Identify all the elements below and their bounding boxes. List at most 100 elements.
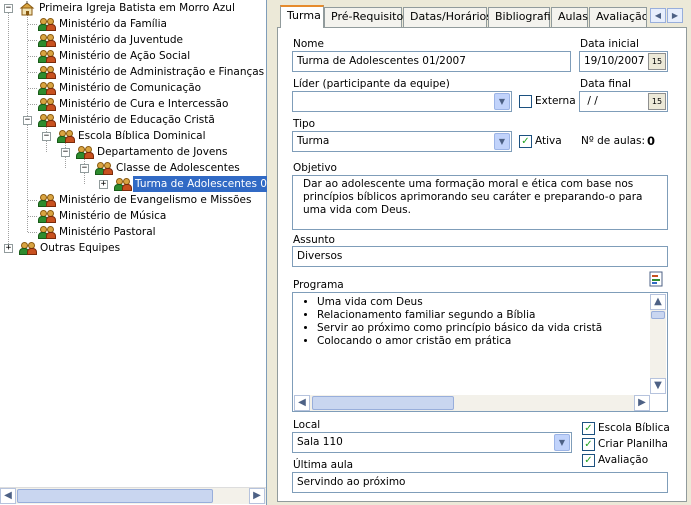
group-icon xyxy=(38,97,56,111)
local-label: Local xyxy=(293,419,321,431)
ativa-label: Ativa xyxy=(535,135,562,147)
tree-item[interactable]: Ministério de Cura e Intercessão xyxy=(59,96,228,112)
collapse-icon[interactable]: − xyxy=(80,164,89,173)
scroll-up-icon[interactable]: ▲ xyxy=(650,294,666,310)
scroll-left-icon[interactable]: ◀ xyxy=(294,395,310,411)
tree-line xyxy=(28,24,37,25)
tab-avaliacao[interactable]: Avaliação xyxy=(589,7,647,27)
chevron-down-icon[interactable]: ▼ xyxy=(494,93,510,110)
scroll-thumb[interactable] xyxy=(312,396,454,410)
data-inicial-label: Data inicial xyxy=(580,38,639,50)
group-icon xyxy=(38,193,56,207)
group-icon xyxy=(76,145,94,159)
scroll-right-icon[interactable]: ▶ xyxy=(249,488,265,504)
tree-item[interactable]: Ministério de Evangelismo e Missões xyxy=(59,192,251,208)
collapse-icon[interactable]: − xyxy=(4,4,13,13)
programa-item: Colocando o amor cristão em prática xyxy=(317,335,647,348)
group-icon xyxy=(38,17,56,31)
tab-pre-requisitos[interactable]: Pré-Requisitos xyxy=(324,7,409,27)
tree-view[interactable]: − Primeira Igreja Batista em Morro Azul … xyxy=(0,0,267,487)
tree-item[interactable]: Ministério de Música xyxy=(59,208,166,224)
church-icon xyxy=(19,1,35,16)
objetivo-textarea[interactable]: Dar ao adolescente uma formação moral e … xyxy=(292,175,668,230)
scroll-thumb[interactable] xyxy=(651,311,665,319)
tree-panel: − Primeira Igreja Batista em Morro Azul … xyxy=(0,0,267,505)
chevron-down-icon[interactable]: ▼ xyxy=(494,133,510,150)
tree-horizontal-scrollbar[interactable]: ◀ ▶ xyxy=(0,487,266,504)
tree-item[interactable]: Ministério de Comunicação xyxy=(59,80,201,96)
programa-vertical-scrollbar[interactable]: ▲ ▼ xyxy=(650,294,666,394)
num-aulas-label: Nº de aulas: xyxy=(581,135,646,147)
programa-item: Uma vida com Deus xyxy=(317,296,647,309)
tab-scroll-left-icon[interactable]: ◀ xyxy=(650,8,666,23)
nome-input[interactable]: Turma de Adolescentes 01/2007 xyxy=(292,51,571,72)
calendar-icon[interactable]: 15 xyxy=(648,93,666,110)
criar-planilha-checkbox[interactable]: ✓ xyxy=(582,438,595,451)
group-icon xyxy=(38,65,56,79)
tree-item[interactable]: Ministério da Família xyxy=(59,16,167,32)
tab-bibliografia[interactable]: Bibliografia xyxy=(488,7,557,27)
collapse-icon[interactable]: − xyxy=(61,148,70,157)
data-inicial-value: 19/10/2007 xyxy=(584,55,645,67)
tree-item-root[interactable]: Primeira Igreja Batista em Morro Azul xyxy=(39,0,235,16)
tree-item-selected[interactable]: Turma de Adolescentes 01/ xyxy=(133,176,267,192)
programa-horizontal-scrollbar[interactable]: ◀ ▶ xyxy=(294,395,650,411)
tab-turma[interactable]: Turma xyxy=(280,5,324,28)
tree-line xyxy=(28,88,37,89)
tree-item[interactable]: Escola Bíblica Dominical xyxy=(78,128,206,144)
tree-item[interactable]: Ministério da Juventude xyxy=(59,32,183,48)
tipo-select[interactable]: Turma ▼ xyxy=(292,131,512,152)
tree-item[interactable]: Ministério de Educação Cristã xyxy=(59,112,215,128)
group-icon xyxy=(19,241,37,255)
tab-scroll-right-icon[interactable]: ▶ xyxy=(667,8,683,23)
chevron-down-icon[interactable]: ▼ xyxy=(554,434,570,451)
tree-item-other[interactable]: Outras Equipes xyxy=(40,240,120,256)
group-icon xyxy=(114,177,132,191)
group-icon xyxy=(38,113,56,127)
data-final-input[interactable]: / / 15 xyxy=(579,91,668,112)
programa-item: Servir ao próximo como princípio básico … xyxy=(317,322,647,335)
tree-line xyxy=(28,200,37,201)
tab-aulas[interactable]: Aulas xyxy=(551,7,588,27)
data-final-label: Data final xyxy=(580,78,632,90)
lider-select[interactable]: ▼ xyxy=(292,91,512,112)
tipo-value: Turma xyxy=(297,135,330,147)
tree-line xyxy=(28,104,37,105)
tree-item[interactable]: Classe de Adolescentes xyxy=(116,160,240,176)
group-icon xyxy=(38,81,56,95)
group-icon xyxy=(38,209,56,223)
criar-planilha-label: Criar Planilha xyxy=(598,438,668,450)
programa-richtext[interactable]: Uma vida com Deus Relacionamento familia… xyxy=(292,292,668,412)
tree-item[interactable]: Departamento de Jovens xyxy=(97,144,228,160)
collapse-icon[interactable]: − xyxy=(23,116,32,125)
tree-line xyxy=(28,72,37,73)
tab-datas-horarios[interactable]: Datas/Horários xyxy=(403,7,492,27)
calendar-icon[interactable]: 15 xyxy=(648,53,666,70)
expand-icon[interactable]: + xyxy=(4,244,13,253)
tree-item[interactable]: Ministério de Ação Social xyxy=(59,48,190,64)
scroll-left-icon[interactable]: ◀ xyxy=(0,488,16,504)
data-inicial-input[interactable]: 19/10/2007 15 xyxy=(579,51,668,72)
ativa-checkbox[interactable]: ✓ xyxy=(519,135,532,148)
collapse-icon[interactable]: − xyxy=(42,132,51,141)
tree-item[interactable]: Ministério Pastoral xyxy=(59,224,156,240)
scroll-down-icon[interactable]: ▼ xyxy=(650,378,666,394)
tipo-label: Tipo xyxy=(293,118,316,130)
tree-item[interactable]: Ministério de Administração e Finanças xyxy=(59,64,264,80)
lider-label: Líder (participante da equipe) xyxy=(293,78,450,90)
local-select[interactable]: Sala 110 ▼ xyxy=(292,432,572,453)
num-aulas-value: 0 xyxy=(647,134,656,148)
assunto-input[interactable]: Diversos xyxy=(292,246,668,267)
ultima-aula-input[interactable]: Servindo ao próximo xyxy=(292,472,668,493)
group-icon xyxy=(38,225,56,239)
scroll-thumb[interactable] xyxy=(17,489,213,503)
tree-line xyxy=(28,232,37,233)
rich-text-format-icon[interactable] xyxy=(648,271,664,287)
escola-biblica-checkbox[interactable]: ✓ xyxy=(582,422,595,435)
externa-checkbox[interactable] xyxy=(519,95,532,108)
avaliacao-checkbox[interactable]: ✓ xyxy=(582,454,595,467)
scroll-right-icon[interactable]: ▶ xyxy=(634,395,650,411)
expand-icon[interactable]: + xyxy=(99,180,108,189)
tree-line xyxy=(28,216,37,217)
avaliacao-label: Avaliação xyxy=(598,454,649,466)
